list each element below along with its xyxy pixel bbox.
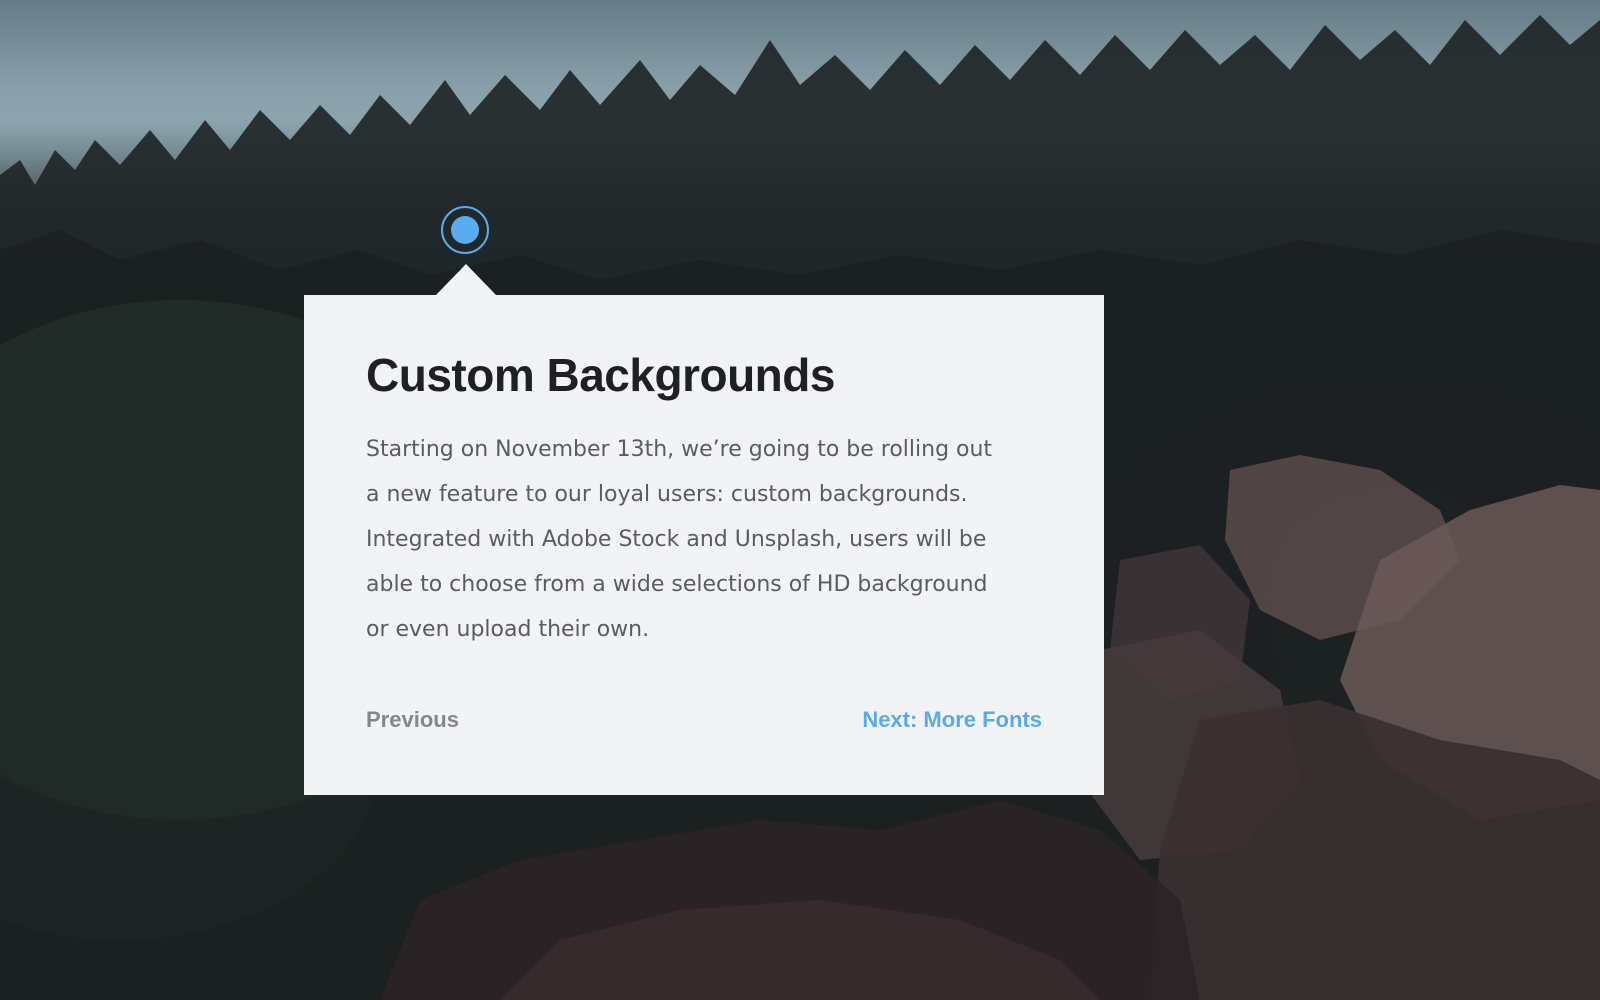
tooltip-pointer	[436, 264, 496, 295]
hotspot-dot	[451, 216, 479, 244]
next-button[interactable]: Next: More Fonts	[862, 707, 1042, 733]
tooltip-navigation: Previous Next: More Fonts	[366, 707, 1042, 733]
hotspot-beacon-icon[interactable]	[441, 206, 489, 254]
tooltip-title: Custom Backgrounds	[366, 349, 835, 401]
tooltip-description: Starting on November 13th, we’re going t…	[366, 436, 993, 642]
page-background: Custom Backgrounds Starting on November …	[0, 0, 1600, 1000]
previous-button[interactable]: Previous	[366, 707, 459, 733]
tour-tooltip-card: Custom Backgrounds Starting on November …	[304, 295, 1104, 795]
